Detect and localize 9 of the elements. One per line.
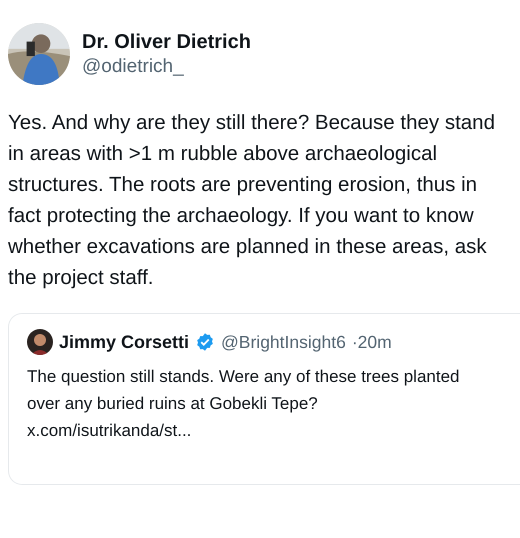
quoted-post-text: The question still stands. Were any of these trees planted over any buried ruins at Gobekli Tepe? [27,366,460,415]
post-text: Yes. And why are they still there? Because they stand in areas with >1 m rubble above archaeological structures. The roots are preventing erosion, thus in fact protecting the archaeology. If you want to know whether excavations are planned in these areas, ask the project staff. [8,110,496,291]
author-handle: @odietrich_ [82,56,185,78]
quoted-post-link[interactable]: x.com/isutrikanda/st... [27,417,520,444]
quoted-author-handle: @BrightInsight6 [221,332,346,352]
author-name: Dr. Oliver Dietrich [82,30,251,54]
post-time: ·20m [352,332,392,352]
quoted-author-name: Jimmy Corsetti [59,332,190,352]
quoted-post-card[interactable]: Jimmy Corsetti @BrightInsight6 ·20m The question still stands. Were any of these trees planted over any buried ruins at Gobekli Tepe? x.com/isutrikanda/st... [8,313,520,485]
